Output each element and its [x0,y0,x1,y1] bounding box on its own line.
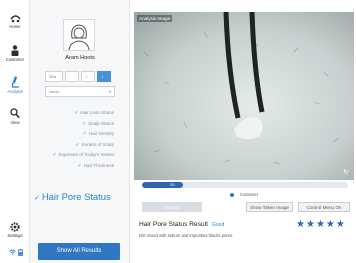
battery-icon [18,249,23,256]
checklist-item[interactable]: ✓ Hair Loss Status [30,108,114,119]
attribute-chip-blank[interactable] [65,71,79,82]
nav-label-customer: Customer [5,57,25,62]
male-chip[interactable]: ♂ [81,71,95,82]
checklist-item[interactable]: ✓ Keratin of Scalp [30,140,114,151]
app-window: Home Customer Analysis View Settings Ara… [0,0,356,263]
refresh-icon[interactable]: ↻ [343,168,349,176]
chevron-down-icon: ▾ [108,89,111,94]
checklist-item[interactable]: ✓ Hair Thickness [30,161,115,172]
history-select[interactable]: Never ▾ [45,86,115,97]
check-icon: ✓ [77,162,82,169]
wifi-icon [9,249,16,255]
nav-item-settings[interactable]: Settings [0,222,30,238]
analysis-button[interactable]: Analysis [142,202,202,212]
customer-radio-label: Customer [240,192,259,197]
star-icon: ★ [315,219,326,230]
nav-item-view[interactable]: View [0,108,30,125]
female-chip[interactable]: ♀ [97,71,111,82]
female-avatar-icon [68,24,90,51]
home-icon [9,15,21,23]
nav-label-settings: Settings [7,233,23,238]
check-icon: ✓ [34,195,40,202]
nav-item-home[interactable]: Home [0,14,30,29]
customer-attribute-chips: 20's ♂ ♀ [45,71,111,82]
show-all-results-button[interactable]: Show All Results [38,243,120,260]
left-nav: Home Customer Analysis View Settings [0,0,30,263]
customer-name: Aram Hoots [65,55,95,61]
star-icon: ★ [296,219,306,230]
age-chip[interactable]: 20's [45,71,63,82]
microscope-icon [11,76,19,88]
nav-label-view: View [10,120,20,125]
star-icon: ★ [335,219,346,230]
show-taken-image-button[interactable]: Show Taken Image [246,202,293,212]
nav-label-analysis: Analysis [7,89,23,94]
result-title: Hair Pore Status Result [139,221,208,228]
history-select-value: Never [49,89,60,94]
checklist-item[interactable]: ✓ Hair Density [30,129,114,140]
gear-icon [10,222,20,232]
star-icon: ★ [305,219,316,230]
avatar [63,19,95,51]
nav-item-customer[interactable]: Customer [0,45,30,62]
rating-stars: ★★★★★ [296,219,346,230]
check-icon: ✓ [52,152,57,159]
person-icon [11,45,19,56]
result-description: Dirt mixed with sebum and impurities blo… [139,233,234,238]
nav-item-analysis[interactable]: Analysis [0,76,30,94]
check-icon: ✓ [82,120,87,127]
checklist-item[interactable]: ✓ Exposure of Scalp's Vessel [30,150,114,161]
star-icon: ★ [325,219,336,230]
progress-fill [142,182,184,188]
control-menu-button[interactable]: Control Menu On [298,202,350,212]
check-icon: ✓ [75,141,80,148]
result-grade: Good [212,222,225,228]
magnifier-icon [10,108,20,119]
nav-label-home: Home [9,24,21,29]
analysis-image [134,12,354,180]
check-icon: ✓ [82,131,87,138]
current-status-item[interactable]: ✓ Hair Pore Status [34,191,124,205]
customer-radio[interactable] [230,193,234,197]
check-icon: ✓ [74,110,79,116]
status-checklist: ✓ Hair Loss Status ✓ Scalp Status ✓ Hair De… [30,108,114,172]
scalp-microscope-image [134,12,354,180]
image-tag: Analysis Image [137,15,173,22]
checklist-item[interactable]: ✓ Scalp Status [30,119,114,130]
progress-label: 20 [170,182,175,187]
